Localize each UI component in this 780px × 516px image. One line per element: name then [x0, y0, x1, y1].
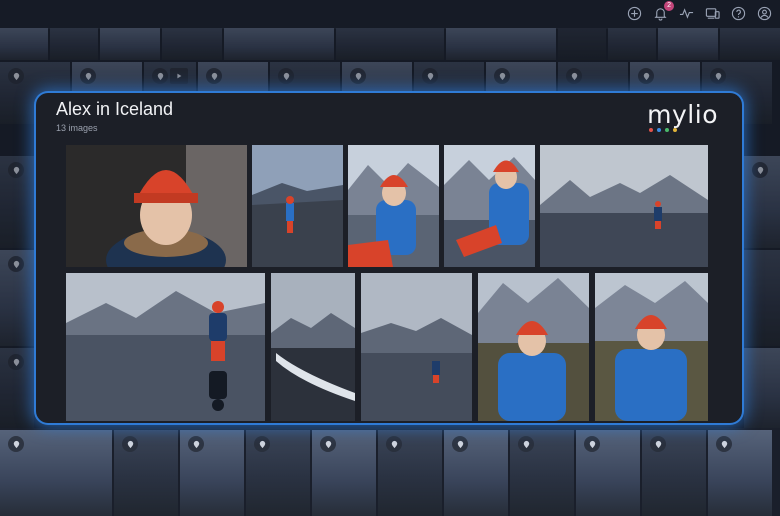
- album-photo-black-sand-waves[interactable]: [271, 273, 355, 421]
- album-photo-sitting-1[interactable]: [348, 145, 439, 267]
- album-photo-ice-reflection[interactable]: [540, 145, 708, 267]
- location-pin-icon: [650, 436, 666, 452]
- grid-photo[interactable]: [0, 430, 112, 516]
- grid-photo[interactable]: [444, 430, 508, 516]
- grid-photo[interactable]: [114, 430, 178, 516]
- album-photo-portrait-mountains-2[interactable]: [595, 273, 708, 421]
- mylio-logo: mylio: [647, 100, 718, 132]
- album-photo-sitting-2[interactable]: [444, 145, 535, 267]
- devices-icon[interactable]: [705, 6, 720, 21]
- grid-photo[interactable]: [378, 430, 442, 516]
- location-pin-icon: [8, 436, 24, 452]
- grid-photo[interactable]: [246, 430, 310, 516]
- grid-photo[interactable]: [510, 430, 574, 516]
- album-photo-portrait-mountains-1[interactable]: [478, 273, 589, 421]
- album-photo-portrait-closeup[interactable]: [66, 145, 247, 267]
- logo-text: mylio: [647, 100, 718, 129]
- user-icon[interactable]: [757, 6, 772, 21]
- location-pin-icon: [518, 436, 534, 452]
- album-title: Alex in Iceland: [56, 99, 174, 119]
- grid-photo[interactable]: [180, 430, 244, 516]
- location-pin-icon: [386, 436, 402, 452]
- location-pin-icon: [122, 436, 138, 452]
- location-pin-icon: [254, 436, 270, 452]
- location-pin-icon: [452, 436, 468, 452]
- grid-photo[interactable]: [642, 430, 706, 516]
- album-photo-on-rocks[interactable]: [252, 145, 343, 267]
- grid-photo[interactable]: [576, 430, 640, 516]
- location-pin-icon: [188, 436, 204, 452]
- grid-photo[interactable]: [312, 430, 376, 516]
- top-icons: 2: [627, 1, 772, 21]
- activity-icon[interactable]: [679, 6, 694, 21]
- grid-photo[interactable]: [708, 430, 772, 516]
- album-image-count: 13 images: [56, 123, 98, 133]
- location-pin-icon: [716, 436, 732, 452]
- album-photo-standing-reflection[interactable]: [66, 273, 265, 421]
- top-bar: 2: [0, 0, 780, 29]
- logo-dots: [649, 128, 678, 132]
- notification-badge: 2: [664, 1, 674, 11]
- bell-icon[interactable]: 2: [653, 1, 674, 21]
- location-pin-icon: [320, 436, 336, 452]
- add-icon[interactable]: [627, 6, 642, 21]
- album-card[interactable]: Alex in Iceland 13 images mylio: [36, 93, 742, 423]
- location-pin-icon: [584, 436, 600, 452]
- album-photo-small-reflection[interactable]: [361, 273, 472, 421]
- help-icon[interactable]: [731, 6, 746, 21]
